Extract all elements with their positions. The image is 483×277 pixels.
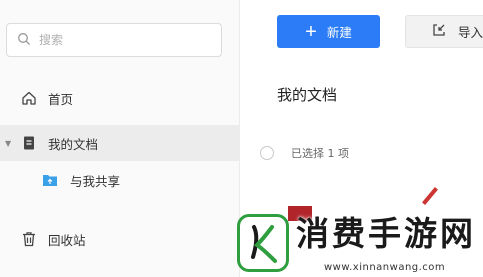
trash-icon [21, 231, 37, 247]
search-box[interactable] [6, 23, 222, 57]
selection-count: 已选择 1 项 [291, 147, 349, 160]
new-button-label: 新建 [326, 26, 352, 40]
new-button[interactable]: + 新建 [277, 15, 380, 48]
page-title: 我的文档 [277, 86, 338, 104]
sidebar-item-label: 回收站 [48, 232, 86, 248]
sidebar-item-label: 我的文档 [48, 136, 99, 152]
search-icon [17, 31, 31, 50]
sidebar-item-trash[interactable]: 回收站 [0, 221, 240, 257]
caret-down-icon[interactable]: ▼ [5, 139, 11, 148]
select-all-checkbox[interactable] [260, 146, 274, 160]
document-thumbnail-stroke [422, 187, 438, 205]
sidebar-item-home[interactable]: 首页 [0, 80, 240, 116]
watermark-logo-icon [237, 214, 289, 272]
document-icon [21, 135, 37, 151]
import-button-label: 导入 [458, 25, 483, 40]
shared-folder-icon [42, 172, 58, 188]
sidebar: 首页 ▼ 我的文档 与我共享 回收站 [0, 0, 240, 277]
import-button[interactable]: 导入 [405, 15, 483, 48]
selection-row: 已选择 1 项 [260, 145, 349, 161]
import-icon [432, 23, 458, 40]
home-icon [21, 90, 37, 106]
watermark-url: www.xinnanwang.com [324, 262, 446, 273]
plus-icon: + [305, 20, 317, 43]
sidebar-item-label: 与我共享 [70, 173, 121, 189]
sidebar-item-label: 首页 [48, 91, 74, 107]
search-input[interactable] [39, 33, 209, 47]
watermark-title: 消费手游网 [296, 214, 476, 253]
sidebar-item-my-documents[interactable]: ▼ 我的文档 [0, 125, 240, 161]
sidebar-item-shared-with-me[interactable]: 与我共享 [0, 162, 240, 198]
watermark: 消费手游网 www.xinnanwang.com [232, 214, 483, 277]
